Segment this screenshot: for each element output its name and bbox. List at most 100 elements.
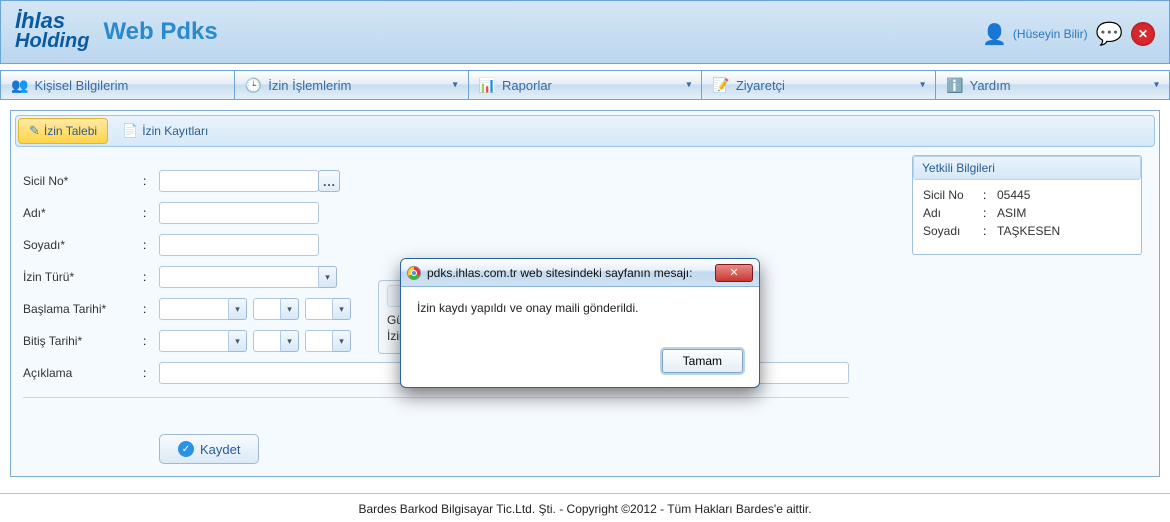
brand-line1: İhlas bbox=[15, 11, 89, 31]
colon: : bbox=[143, 302, 159, 316]
menu-label: Ziyaretçi bbox=[736, 78, 785, 93]
yetkili-row: Soyadı : TAŞKESEN bbox=[923, 224, 1131, 238]
chevron-down-icon[interactable]: ▾ bbox=[229, 330, 247, 352]
label-soyadi: Soyadı* bbox=[23, 238, 143, 252]
dialog-actions: Tamam bbox=[401, 345, 759, 387]
tab-label: İzin Kayıtları bbox=[142, 124, 208, 138]
chrome-icon bbox=[407, 266, 421, 280]
colon: : bbox=[143, 366, 159, 380]
colon: : bbox=[143, 238, 159, 252]
separator bbox=[23, 397, 849, 398]
colon: : bbox=[983, 224, 997, 238]
label-baslama: Başlama Tarihi* bbox=[23, 302, 143, 316]
menu-raporlar[interactable]: 📊 Raporlar ▾ bbox=[469, 71, 703, 99]
label-bitis: Bitiş Tarihi* bbox=[23, 334, 143, 348]
baslama-hour-combo[interactable]: ▾ bbox=[253, 298, 299, 320]
bitis-min-input[interactable] bbox=[305, 330, 333, 352]
dialog-close-button[interactable]: ✕ bbox=[715, 264, 753, 282]
footer: Bardes Barkod Bilgisayar Tic.Ltd. Şti. -… bbox=[0, 493, 1170, 516]
chart-icon: 📊 bbox=[479, 77, 496, 94]
chat-icon[interactable]: 💬 bbox=[1096, 21, 1123, 47]
save-area: ✓ Kaydet bbox=[159, 434, 849, 464]
visitor-icon: 📝 bbox=[712, 77, 729, 94]
bitis-hour-combo[interactable]: ▾ bbox=[253, 330, 299, 352]
row-soyadi: Soyadı* : bbox=[23, 229, 849, 261]
brand-line2: Holding bbox=[15, 30, 89, 53]
logo-area: İhlas Holding Web Pdks bbox=[15, 11, 218, 54]
colon: : bbox=[143, 174, 159, 188]
baslama-min-input[interactable] bbox=[305, 298, 333, 320]
colon: : bbox=[143, 270, 159, 284]
menu-label: Raporlar bbox=[502, 78, 552, 93]
label-aciklama: Açıklama bbox=[23, 366, 143, 380]
yetkili-title: Yetkili Bilgileri bbox=[913, 156, 1141, 180]
chevron-down-icon[interactable]: ▾ bbox=[281, 298, 299, 320]
bitis-hour-input[interactable] bbox=[253, 330, 281, 352]
colon: : bbox=[143, 206, 159, 220]
tabstrip: ✎ İzin Talebi 📄 İzin Kayıtları bbox=[15, 115, 1155, 147]
chevron-down-icon[interactable]: ▾ bbox=[333, 330, 351, 352]
app-title: Web Pdks bbox=[103, 18, 217, 46]
soyadi-input[interactable] bbox=[159, 234, 319, 256]
dialog-body: İzin kaydı yapıldı ve onay maili gönderi… bbox=[401, 287, 759, 345]
info-icon: ℹ️ bbox=[946, 77, 963, 94]
tab-izin-kayitlari[interactable]: 📄 İzin Kayıtları bbox=[112, 118, 218, 144]
label-sicil-no: Sicil No* bbox=[23, 174, 143, 188]
baslama-hour-input[interactable] bbox=[253, 298, 281, 320]
menu-kisisel-bilgilerim[interactable]: 👥 Kişisel Bilgilerim bbox=[1, 71, 235, 99]
bitis-date-input[interactable] bbox=[159, 330, 229, 352]
value-sicil: 05445 bbox=[997, 188, 1030, 202]
save-label: Kaydet bbox=[200, 442, 240, 457]
label-sicil: Sicil No bbox=[923, 188, 983, 202]
value-adi: ASIM bbox=[997, 206, 1026, 220]
menu-label: Yardım bbox=[970, 78, 1011, 93]
adi-input[interactable] bbox=[159, 202, 319, 224]
menu-ziyaretci[interactable]: 📝 Ziyaretçi ▾ bbox=[702, 71, 936, 99]
label-izin-turu: İzin Türü* bbox=[23, 270, 143, 284]
baslama-date-combo[interactable]: ▾ bbox=[159, 298, 247, 320]
yetkili-row: Sicil No : 05445 bbox=[923, 188, 1131, 202]
row-sicil-no: Sicil No* : … bbox=[23, 165, 849, 197]
izin-turu-combo[interactable]: ▾ bbox=[159, 266, 337, 288]
label-soyadi: Soyadı bbox=[923, 224, 983, 238]
close-button[interactable]: ✕ bbox=[1131, 22, 1155, 46]
app-header: İhlas Holding Web Pdks 👤 (Hüseyin Bilir)… bbox=[0, 0, 1170, 64]
alert-dialog: pdks.ihlas.com.tr web sitesindeki sayfan… bbox=[400, 258, 760, 388]
kaydet-button[interactable]: ✓ Kaydet bbox=[159, 434, 259, 464]
dialog-title: pdks.ihlas.com.tr web sitesindeki sayfan… bbox=[427, 266, 709, 280]
tab-izin-talebi[interactable]: ✎ İzin Talebi bbox=[18, 118, 108, 144]
menu-yardim[interactable]: ℹ️ Yardım ▾ bbox=[936, 71, 1169, 99]
user-icon: 👤 bbox=[982, 22, 1007, 47]
chevron-down-icon: ▾ bbox=[453, 80, 458, 91]
chevron-down-icon: ▾ bbox=[1154, 80, 1159, 91]
izin-turu-input[interactable] bbox=[159, 266, 319, 288]
brand-logo: İhlas Holding bbox=[15, 11, 89, 54]
dialog-ok-button[interactable]: Tamam bbox=[662, 349, 743, 373]
user-menu[interactable]: 👤 (Hüseyin Bilir) bbox=[982, 22, 1088, 47]
chevron-down-icon[interactable]: ▾ bbox=[229, 298, 247, 320]
row-adi: Adı* : bbox=[23, 197, 849, 229]
baslama-date-input[interactable] bbox=[159, 298, 229, 320]
menu-izin-islemlerim[interactable]: 🕒 İzin İşlemlerim ▾ bbox=[235, 71, 469, 99]
chevron-down-icon[interactable]: ▾ bbox=[319, 266, 337, 288]
menu-label: İzin İşlemlerim bbox=[268, 78, 351, 93]
clock-icon: 🕒 bbox=[245, 77, 262, 94]
bitis-date-combo[interactable]: ▾ bbox=[159, 330, 247, 352]
yetkili-panel: Yetkili Bilgileri Sicil No : 05445 Adı :… bbox=[912, 155, 1142, 255]
tab-label: İzin Talebi bbox=[44, 124, 97, 138]
baslama-min-combo[interactable]: ▾ bbox=[305, 298, 351, 320]
chevron-down-icon[interactable]: ▾ bbox=[333, 298, 351, 320]
sicil-no-input[interactable] bbox=[159, 170, 319, 192]
user-name: (Hüseyin Bilir) bbox=[1013, 27, 1088, 41]
bitis-min-combo[interactable]: ▾ bbox=[305, 330, 351, 352]
yetkili-row: Adı : ASIM bbox=[923, 206, 1131, 220]
footer-text: Bardes Barkod Bilgisayar Tic.Ltd. Şti. -… bbox=[358, 502, 811, 516]
dialog-titlebar: pdks.ihlas.com.tr web sitesindeki sayfan… bbox=[401, 259, 759, 287]
dialog-message: İzin kaydı yapıldı ve onay maili gönderi… bbox=[417, 301, 638, 315]
people-icon: 👥 bbox=[11, 77, 28, 94]
chevron-down-icon[interactable]: ▾ bbox=[281, 330, 299, 352]
value-soyadi: TAŞKESEN bbox=[997, 224, 1060, 238]
main-menu: 👥 Kişisel Bilgilerim 🕒 İzin İşlemlerim ▾… bbox=[0, 70, 1170, 100]
edit-icon: ✎ bbox=[29, 123, 40, 139]
sicil-lookup-button[interactable]: … bbox=[318, 170, 340, 192]
